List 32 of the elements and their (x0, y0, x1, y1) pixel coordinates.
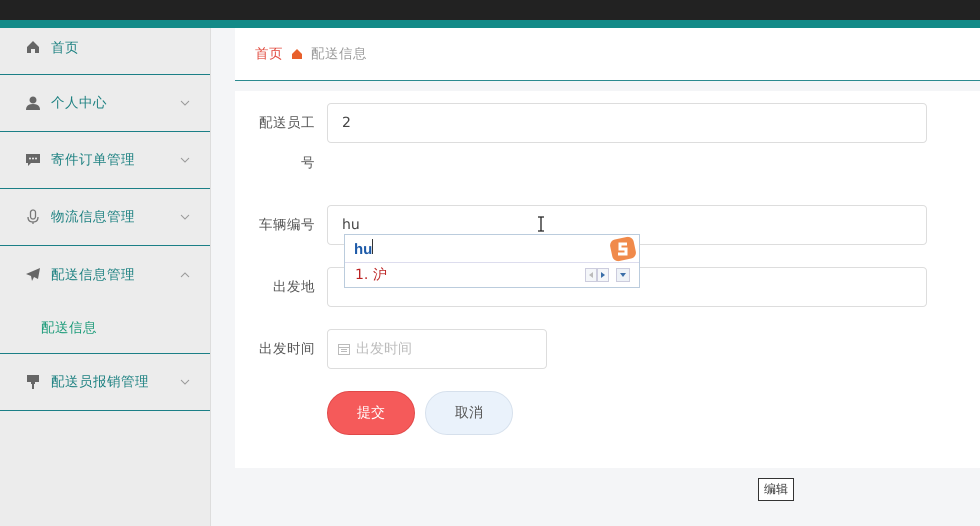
submit-button[interactable]: 提交 (327, 391, 415, 435)
mic-icon (25, 209, 41, 225)
breadcrumb-link[interactable]: 首页 (255, 45, 283, 63)
home-icon (25, 39, 41, 55)
placeholder-text: 出发时间 (356, 340, 412, 358)
sidebar-item[interactable]: 个人中心 (0, 75, 210, 132)
sidebar-item[interactable]: 物流信息管理 (0, 189, 210, 246)
field-label: 出发时间 (258, 340, 315, 359)
input-field[interactable]: 2 (327, 103, 927, 143)
sidebar-item[interactable]: 首页 (0, 28, 210, 75)
dropdown-icon[interactable] (616, 268, 630, 282)
page-arrows-icon[interactable] (585, 268, 609, 282)
text-cursor-icon (537, 216, 545, 232)
chat-icon (25, 152, 41, 168)
user-icon (25, 95, 41, 111)
tooltip: 编辑 (758, 478, 794, 501)
sidebar-item[interactable]: 配送员报销管理 (0, 354, 210, 411)
field-label: 配送员工号 (258, 114, 315, 173)
brush-icon (25, 374, 41, 390)
calendar-icon (338, 343, 350, 355)
ime-candidate[interactable]: 1. 沪 (355, 266, 387, 284)
sidebar-subitem[interactable]: 配送信息 (0, 303, 210, 353)
sidebar-item[interactable]: 寄件订单管理 (0, 132, 210, 189)
field-label: 出发地 (272, 278, 315, 297)
breadcrumb-current: 配送信息 (311, 45, 367, 63)
field-label: 车辆编号 (258, 216, 315, 235)
house-icon (291, 48, 303, 60)
ime-composition: hu (354, 239, 374, 258)
cancel-button[interactable]: 取消 (425, 391, 513, 435)
input-field[interactable] (327, 267, 927, 307)
plane-icon (25, 266, 41, 282)
sidebar-item[interactable]: 配送信息管理 (0, 246, 210, 303)
